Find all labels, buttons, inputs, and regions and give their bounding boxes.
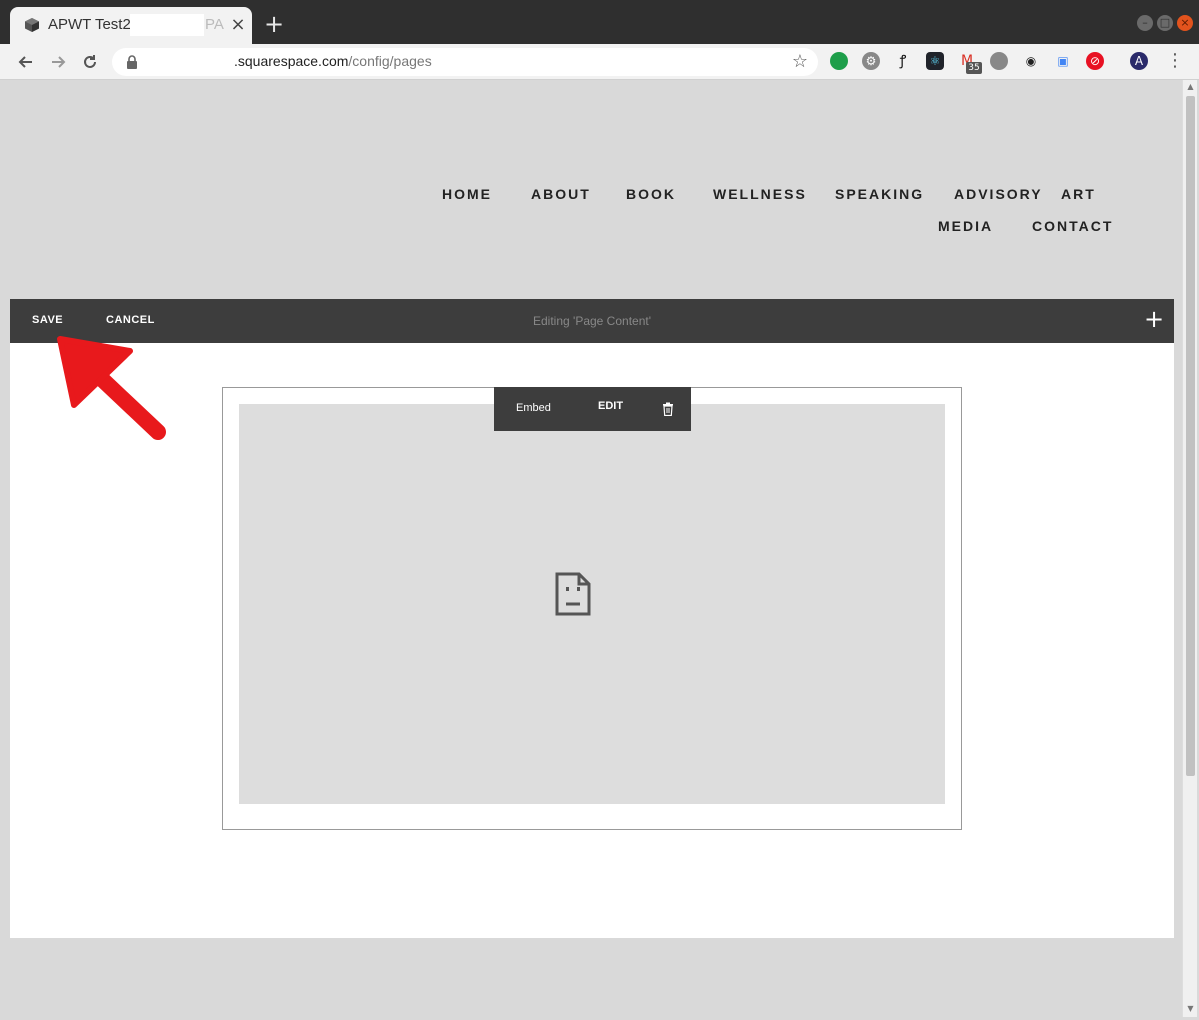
- save-button[interactable]: SAVE: [32, 314, 63, 326]
- embed-placeholder: [239, 404, 945, 804]
- extension-green-icon[interactable]: [830, 52, 848, 70]
- back-icon[interactable]: [13, 49, 39, 75]
- scroll-down-icon[interactable]: ▼: [1186, 1004, 1195, 1014]
- extension-gnome-icon[interactable]: ꝭ: [894, 52, 912, 70]
- extension-location-icon[interactable]: [990, 52, 1008, 70]
- nav-home[interactable]: HOME: [442, 186, 492, 202]
- scroll-up-icon[interactable]: ▲: [1186, 82, 1195, 92]
- page-content: Embed EDIT: [10, 343, 1174, 938]
- scroll-thumb[interactable]: [1186, 96, 1195, 776]
- editor-bar: Editing 'Page Content' SAVE CANCEL +: [10, 299, 1174, 343]
- maximize-button[interactable]: □: [1157, 15, 1173, 31]
- gmail-badge: 35: [966, 62, 982, 74]
- close-window-button[interactable]: ×: [1177, 15, 1193, 31]
- forward-icon[interactable]: [45, 49, 71, 75]
- address-bar[interactable]: .squarespace.com/config/pages ☆: [112, 48, 818, 76]
- reload-icon[interactable]: [77, 49, 103, 75]
- url-host: .squarespace.com: [234, 53, 349, 69]
- cancel-button[interactable]: CANCEL: [106, 314, 155, 326]
- nav-art[interactable]: ART: [1061, 186, 1096, 202]
- tab-close-icon[interactable]: ×: [228, 15, 248, 35]
- extension-gear-icon[interactable]: ⚙: [862, 52, 880, 70]
- nav-book[interactable]: BOOK: [626, 186, 676, 202]
- block-edit-button[interactable]: EDIT: [598, 400, 623, 412]
- tab-title: APWT Test2: [48, 16, 131, 33]
- minimize-button[interactable]: –: [1137, 15, 1153, 31]
- redacted-area: [130, 14, 204, 36]
- bookmark-star-icon[interactable]: ☆: [792, 51, 808, 72]
- tab-title-faded: PA: [205, 16, 224, 33]
- trash-icon[interactable]: [662, 402, 674, 416]
- url-path: /config/pages: [348, 53, 432, 69]
- annotation-arrow-icon: [57, 336, 166, 440]
- editing-title: Editing 'Page Content': [533, 314, 651, 328]
- extension-window-icon[interactable]: ▣: [1054, 52, 1072, 70]
- browser-tab[interactable]: APWT Test2 PA ×: [10, 7, 252, 44]
- title-bar: APWT Test2 PA × + – □ ×: [0, 0, 1199, 44]
- extension-react-icon[interactable]: ⚛: [926, 52, 944, 70]
- broken-document-icon: [555, 572, 591, 616]
- profile-avatar[interactable]: A: [1130, 52, 1148, 70]
- nav-about[interactable]: ABOUT: [531, 186, 591, 202]
- nav-speaking[interactable]: SPEAKING: [835, 186, 924, 202]
- add-block-button[interactable]: +: [1144, 307, 1164, 331]
- browser-window: APWT Test2 PA × + – □ × .squarespace.com…: [0, 0, 1199, 1020]
- browser-toolbar: .squarespace.com/config/pages ☆ ⚙ ꝭ ⚛ M …: [0, 44, 1199, 80]
- url-text: .squarespace.com/config/pages: [234, 53, 432, 69]
- cube-icon: [25, 18, 39, 32]
- block-toolbar: Embed EDIT: [494, 387, 691, 431]
- lock-icon: [127, 55, 137, 69]
- menu-dots-icon[interactable]: ⋮: [1166, 50, 1184, 72]
- nav-contact[interactable]: CONTACT: [1032, 218, 1113, 234]
- page-scrollbar[interactable]: ▲ ▼: [1182, 80, 1197, 1017]
- embed-block[interactable]: Embed EDIT: [222, 387, 962, 830]
- nav-media[interactable]: MEDIA: [938, 218, 993, 234]
- page-viewport: HOME ABOUT BOOK WELLNESS SPEAKING ADVISO…: [2, 80, 1182, 1017]
- extension-adobe-icon[interactable]: ⊘: [1086, 52, 1104, 70]
- new-tab-button[interactable]: +: [262, 12, 286, 36]
- nav-advisory[interactable]: ADVISORY: [954, 186, 1043, 202]
- nav-wellness[interactable]: WELLNESS: [713, 186, 807, 202]
- block-type-label: Embed: [516, 402, 551, 414]
- extension-eye-icon[interactable]: ◉: [1022, 52, 1040, 70]
